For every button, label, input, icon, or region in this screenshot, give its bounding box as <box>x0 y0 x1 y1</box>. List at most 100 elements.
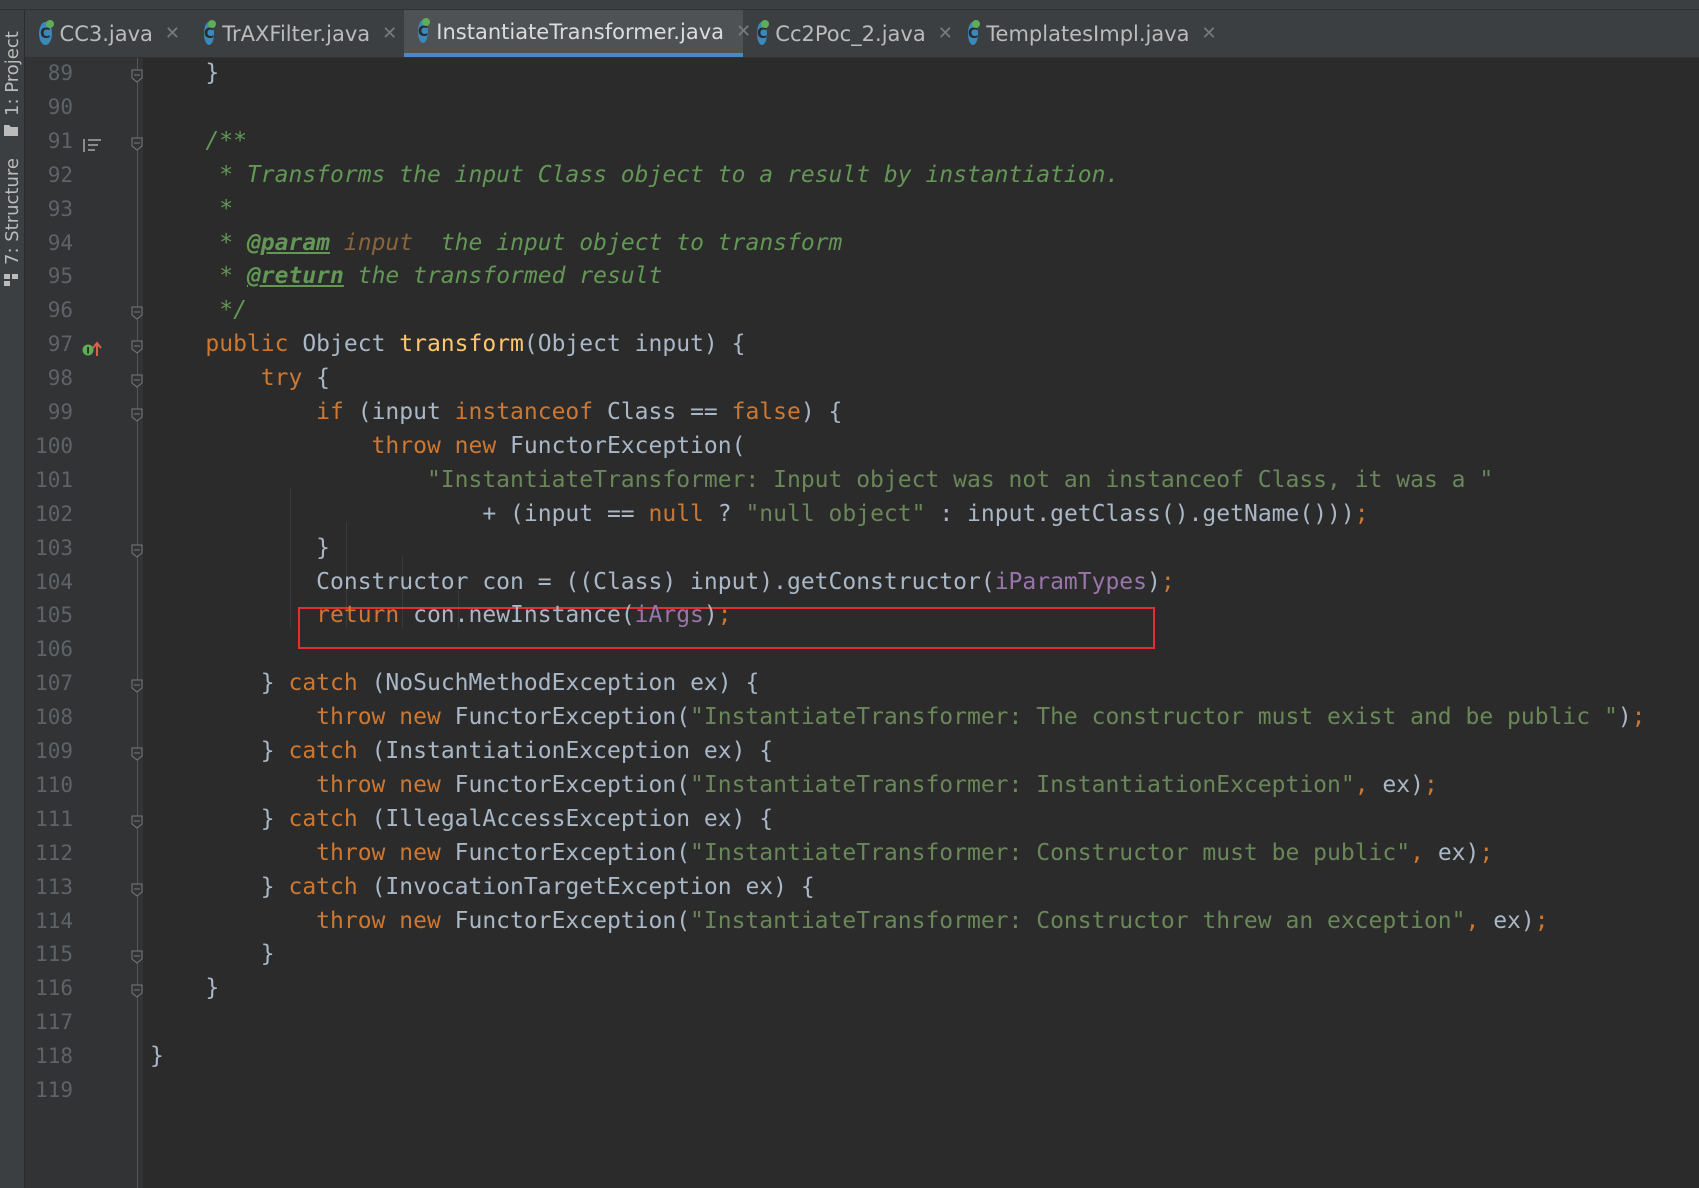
fold-marker-icon[interactable] <box>131 815 143 829</box>
fold-marker-icon[interactable] <box>131 950 143 965</box>
code-line[interactable]: /** <box>150 128 247 154</box>
fold-marker-icon[interactable] <box>131 306 143 320</box>
code-token: } <box>150 941 275 968</box>
code-token: } <box>150 873 289 900</box>
fold-marker-icon[interactable] <box>131 69 143 83</box>
fold-marker-icon[interactable] <box>131 544 143 558</box>
tab-traxfilter[interactable]: C TrAXFilter.java ✕ <box>190 10 404 57</box>
code-line[interactable]: } <box>150 535 330 561</box>
code-line[interactable]: public Object transform(Object input) { <box>150 331 745 357</box>
code-line[interactable]: throw new FunctorException( <box>150 433 746 459</box>
line-number: 117 <box>35 1010 73 1035</box>
code-token: the transformed result <box>343 263 663 290</box>
code-line[interactable]: * Transforms the input Class object to a… <box>150 162 1119 188</box>
code-line[interactable]: } <box>150 975 219 1001</box>
code-token: ex) <box>1493 907 1535 934</box>
svg-text:I: I <box>86 347 89 357</box>
tab-cc3[interactable]: C CC3.java ✕ <box>25 10 190 57</box>
code-line[interactable]: } catch (IllegalAccessException ex) { <box>150 806 773 832</box>
close-icon[interactable]: ✕ <box>1202 23 1217 44</box>
line-number: 115 <box>35 942 73 967</box>
code-token: instanceof <box>454 399 607 425</box>
line-number: 114 <box>35 908 73 933</box>
fold-marker-icon[interactable] <box>131 137 143 151</box>
code-token: Object <box>302 331 400 358</box>
close-icon[interactable]: ✕ <box>382 23 397 44</box>
line-number: 96 <box>47 298 73 323</box>
line-number: 97 <box>47 332 73 357</box>
tab-instantiatetransformer[interactable]: C InstantiateTransformer.java ✕ <box>404 10 751 57</box>
structure-icon <box>4 274 18 286</box>
fold-marker-icon[interactable] <box>131 679 143 693</box>
code-line[interactable]: if (input instanceof Class == false) { <box>150 399 842 425</box>
doc-comment-icon[interactable] <box>82 137 104 155</box>
code-token: , <box>1465 907 1494 934</box>
line-number: 112 <box>35 840 73 865</box>
code-token: } <box>150 60 220 86</box>
code-line[interactable]: } <box>150 60 219 86</box>
code-token: return <box>150 602 414 629</box>
code-line[interactable]: } <box>150 1043 164 1069</box>
code-line[interactable]: + (input == null ? "null object" : input… <box>150 500 1369 527</box>
tab-templatesimpl[interactable]: C TemplatesImpl.java ✕ <box>954 10 1217 57</box>
java-class-icon: C <box>757 20 770 45</box>
code-line[interactable]: } catch (InstantiationException ex) { <box>150 738 773 764</box>
code-token: { <box>316 365 331 392</box>
structure-tool-label: 7: Structure <box>2 158 23 265</box>
code-line[interactable]: return con.newInstance(iArgs); <box>150 602 731 629</box>
code-token: catch <box>288 873 372 900</box>
code-token: ; <box>1534 907 1549 934</box>
code-token: , <box>1410 839 1438 866</box>
line-number: 106 <box>35 637 73 662</box>
fold-marker-icon[interactable] <box>131 984 143 998</box>
fold-marker-icon[interactable] <box>131 747 143 761</box>
code-token: FunctorException( <box>454 907 691 934</box>
code-token: } <box>150 975 220 1002</box>
code-token: ) <box>1147 568 1161 595</box>
code-token: ) <box>1617 704 1632 731</box>
line-number: 108 <box>35 705 73 730</box>
line-number: 101 <box>35 467 73 492</box>
code-token: try <box>150 365 317 392</box>
code-line[interactable]: */ <box>150 297 247 323</box>
code-line[interactable]: Constructor con = ((Class) input).getCon… <box>150 569 1175 595</box>
fold-marker-icon[interactable] <box>131 408 143 422</box>
code-editor[interactable]: 89 } 90 91 /** 92 * Transforms the input Cl… <box>25 58 1699 1188</box>
project-tool-tab[interactable]: 1: Project <box>0 20 24 140</box>
code-line[interactable]: } <box>150 941 275 967</box>
code-line[interactable]: "InstantiateTransformer: Input object wa… <box>150 467 1493 493</box>
code-line[interactable]: * @return the transformed result <box>150 263 662 289</box>
code-line[interactable]: * @param input the input object to trans… <box>150 230 842 256</box>
code-line[interactable]: throw new FunctorException("InstantiateT… <box>150 772 1438 798</box>
fold-marker-icon[interactable] <box>131 883 143 897</box>
fold-marker-icon[interactable] <box>131 374 143 388</box>
code-token: public <box>150 331 303 358</box>
code-line[interactable]: throw new FunctorException("InstantiateT… <box>150 704 1646 731</box>
code-token: /** <box>150 127 247 154</box>
code-token: (IllegalAccessException ex) { <box>371 805 774 832</box>
fold-marker-icon[interactable] <box>131 340 143 354</box>
code-token: } <box>150 534 331 561</box>
line-number: 89 <box>47 61 73 85</box>
code-token: ; <box>1631 704 1646 731</box>
editor-tab-bar: C CC3.java ✕ C TrAXFilter.java ✕ C Insta… <box>25 10 1699 58</box>
close-icon[interactable]: ✕ <box>165 23 180 44</box>
close-icon[interactable]: ✕ <box>938 23 953 44</box>
code-line[interactable]: } catch (NoSuchMethodException ex) { <box>150 670 760 697</box>
tab-cc2poc-2[interactable]: C Cc2Poc_2.java ✕ <box>743 10 954 57</box>
code-token: (NoSuchMethodException ex) { <box>371 670 760 697</box>
code-line[interactable]: try { <box>150 365 330 391</box>
structure-tool-tab[interactable]: 7: Structure <box>0 158 24 305</box>
code-token: ; <box>1479 839 1494 866</box>
tab-label: CC3.java <box>59 21 153 46</box>
code-token: } <box>150 805 289 832</box>
code-line[interactable]: throw new FunctorException("InstantiateT… <box>150 840 1493 866</box>
implements-method-icon[interactable]: I <box>82 340 104 358</box>
code-token: throw new <box>150 839 455 866</box>
code-token: ; <box>1354 500 1369 527</box>
code-token: ; <box>1160 568 1175 595</box>
code-line[interactable]: * <box>150 196 233 222</box>
code-line[interactable]: throw new FunctorException("InstantiateT… <box>150 907 1549 934</box>
code-line[interactable]: } catch (InvocationTargetException ex) { <box>150 874 815 900</box>
